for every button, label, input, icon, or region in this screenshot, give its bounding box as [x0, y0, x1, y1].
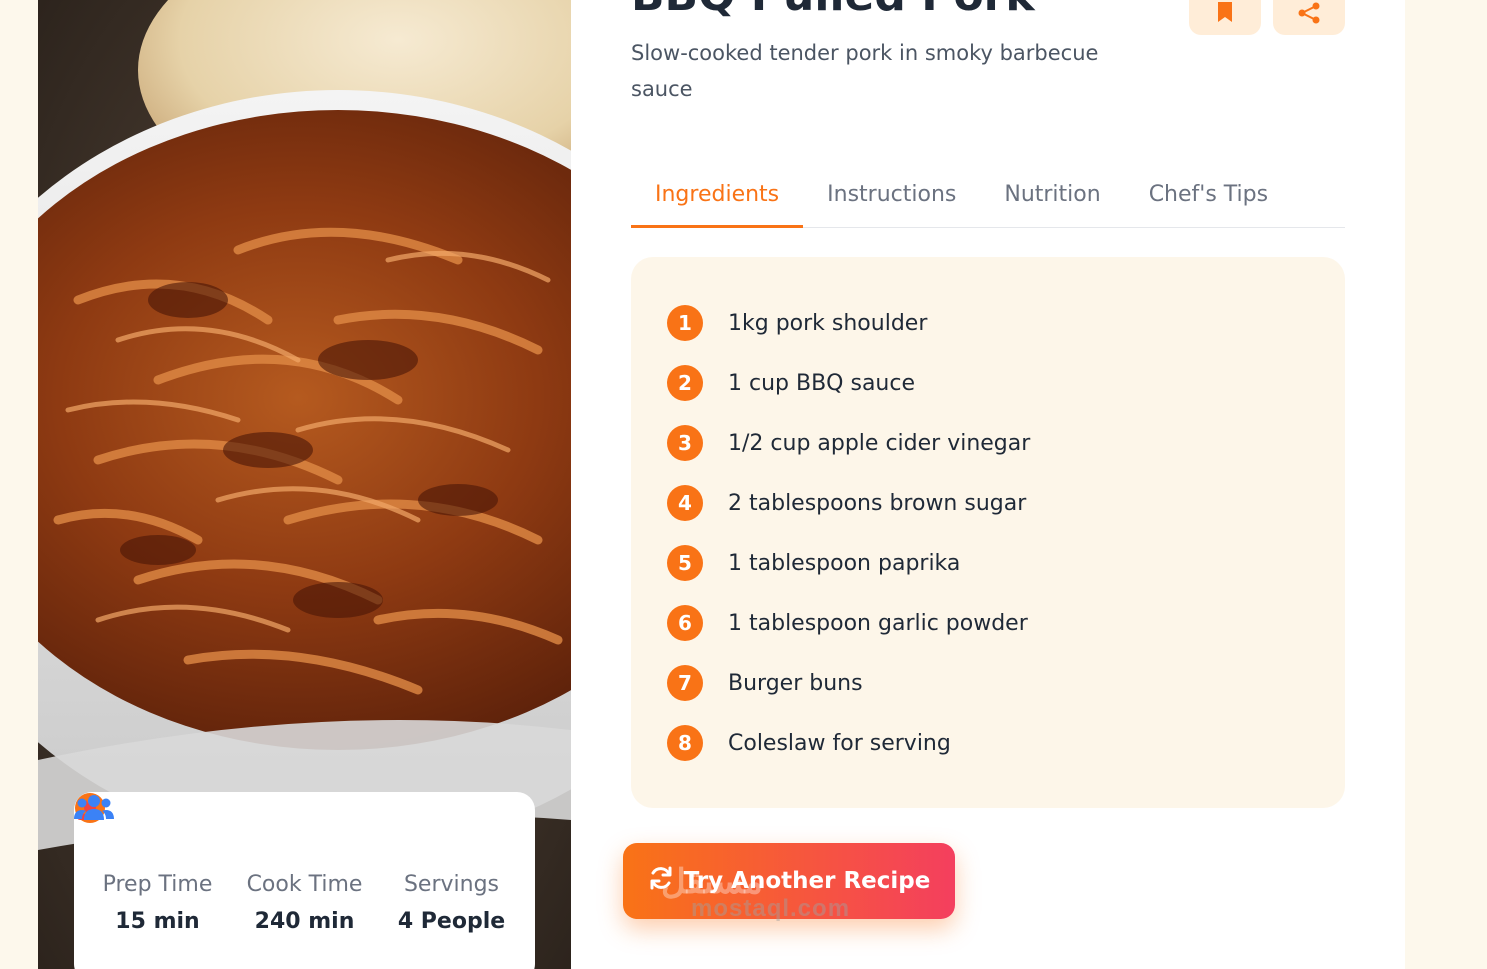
ingredient-number: 6: [667, 605, 703, 641]
fire-burner-icon: [77, 795, 323, 864]
ingredient-number: 5: [667, 545, 703, 581]
ingredient-text: Burger buns: [728, 670, 863, 696]
ingredient-text: Coleslaw for serving: [728, 730, 951, 756]
ingredient-text: 1/2 cup apple cider vinegar: [728, 430, 1031, 456]
list-item: 8 Coleslaw for serving: [667, 713, 1345, 773]
ingredient-number: 2: [667, 365, 703, 401]
watermark: mostaql.com: [691, 895, 851, 922]
stat-label: Cook Time: [246, 872, 363, 897]
recipe-title: BBQ Pulled Pork: [631, 0, 1035, 21]
recipe-tabs: Ingredients Instructions Nutrition Chef'…: [631, 168, 1345, 228]
share-icon: [1297, 2, 1321, 28]
list-item: 5 1 tablespoon paprika: [667, 533, 1345, 593]
stat-prep-time: Prep Time 15 min: [75, 793, 228, 969]
stat-cook-time: Cook Time 240 min: [77, 795, 375, 969]
recipe-subtitle: Slow-cooked tender pork in smoky barbecu…: [631, 41, 1099, 101]
ingredient-text: 1 cup BBQ sauce: [728, 370, 915, 396]
list-item: 4 2 tablespoons brown sugar: [667, 473, 1345, 533]
recipe-image: Prep Time 15 min Cook Time 240 min Servi…: [38, 0, 571, 969]
tab-nutrition[interactable]: Nutrition: [980, 168, 1124, 228]
users-icon: [74, 795, 470, 864]
list-item: 6 1 tablespoon garlic powder: [667, 593, 1345, 653]
recipe-stats-panel: Prep Time 15 min Cook Time 240 min Servi…: [74, 792, 535, 969]
ingredient-number: 1: [667, 305, 703, 341]
bookmark-icon: [1215, 1, 1235, 28]
tab-chefs-tips[interactable]: Chef's Tips: [1125, 168, 1292, 228]
list-item: 1 1kg pork shoulder: [667, 293, 1345, 353]
ingredient-number: 8: [667, 725, 703, 761]
ingredient-text: 2 tablespoons brown sugar: [728, 490, 1027, 516]
stat-label: Servings: [403, 872, 500, 897]
list-item: 2 1 cup BBQ sauce: [667, 353, 1345, 413]
stat-label: Prep Time: [102, 872, 213, 897]
stat-value: 4 People: [397, 909, 506, 934]
recipe-content: BBQ Pulled Pork Slow-cooked tender pork …: [623, 0, 1345, 969]
stat-value: 240 min: [254, 909, 355, 934]
bookmark-button[interactable]: [1189, 0, 1261, 35]
stat-value: 15 min: [115, 909, 200, 934]
list-item: 3 1/2 cup apple cider vinegar: [667, 413, 1345, 473]
stat-servings: Servings 4 People: [74, 795, 522, 969]
ingredient-number: 3: [667, 425, 703, 461]
tab-instructions[interactable]: Instructions: [803, 168, 980, 228]
share-button[interactable]: [1273, 0, 1345, 35]
recipe-card: Prep Time 15 min Cook Time 240 min Servi…: [38, 0, 1405, 969]
ingredients-list: 1 1kg pork shoulder 2 1 cup BBQ sauce 3 …: [631, 257, 1345, 808]
ingredient-text: 1kg pork shoulder: [728, 310, 928, 336]
list-item: 7 Burger buns: [667, 653, 1345, 713]
clock-icon: [75, 793, 176, 864]
ingredient-number: 7: [667, 665, 703, 701]
ingredient-number: 4: [667, 485, 703, 521]
ingredient-text: 1 tablespoon paprika: [728, 550, 961, 576]
ingredient-text: 1 tablespoon garlic powder: [728, 610, 1028, 636]
tab-ingredients[interactable]: Ingredients: [631, 168, 804, 228]
